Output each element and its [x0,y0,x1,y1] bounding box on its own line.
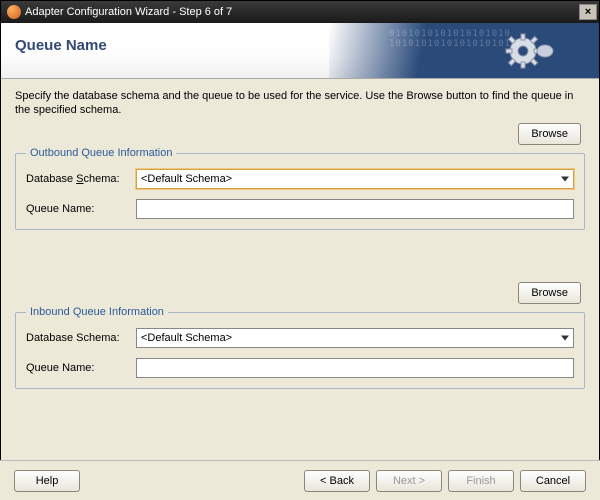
help-button[interactable]: Help [14,470,80,492]
chevron-down-icon [561,177,569,182]
outbound-group: Outbound Queue Information Database Sche… [15,147,585,230]
outbound-queue-input[interactable] [136,199,574,219]
header-graphic: 0101010101010101010 1010101010101010101 [329,23,599,79]
next-button[interactable]: Next > [376,470,442,492]
inbound-schema-value: <Default Schema> [141,332,232,344]
inbound-schema-select[interactable]: <Default Schema> [136,328,574,348]
finish-button[interactable]: Finish [448,470,514,492]
close-button[interactable]: × [579,4,597,20]
inbound-queue-input[interactable] [136,358,574,378]
outbound-schema-label: Database Schema: [26,173,136,185]
outbound-browse-button[interactable]: Browse [518,123,581,145]
outbound-schema-value: <Default Schema> [141,173,232,185]
outbound-schema-select[interactable]: <Default Schema> [136,169,574,189]
titlebar: Adapter Configuration Wizard - Step 6 of… [1,1,599,23]
wizard-header: Queue Name 0101010101010101010 101010101… [1,23,599,79]
chevron-down-icon [561,336,569,341]
content-area: Specify the database schema and the queu… [1,79,599,389]
inbound-schema-label: Database Schema: [26,332,136,344]
instructions-text: Specify the database schema and the queu… [15,89,585,117]
header-binary-bg: 0101010101010101010 1010101010101010101 [389,29,599,49]
inbound-queue-label: Queue Name: [26,362,136,374]
wizard-footer: Help < Back Next > Finish Cancel [0,460,600,500]
inbound-legend: Inbound Queue Information [26,306,168,318]
outbound-legend: Outbound Queue Information [26,147,176,159]
inbound-browse-button[interactable]: Browse [518,282,581,304]
back-button[interactable]: < Back [304,470,370,492]
gear-icon [505,31,555,73]
window-title: Adapter Configuration Wizard - Step 6 of… [25,6,579,18]
inbound-group: Inbound Queue Information Database Schem… [15,306,585,389]
cancel-button[interactable]: Cancel [520,470,586,492]
app-icon [7,5,21,19]
close-icon: × [585,6,591,18]
outbound-queue-label: Queue Name: [26,203,136,215]
